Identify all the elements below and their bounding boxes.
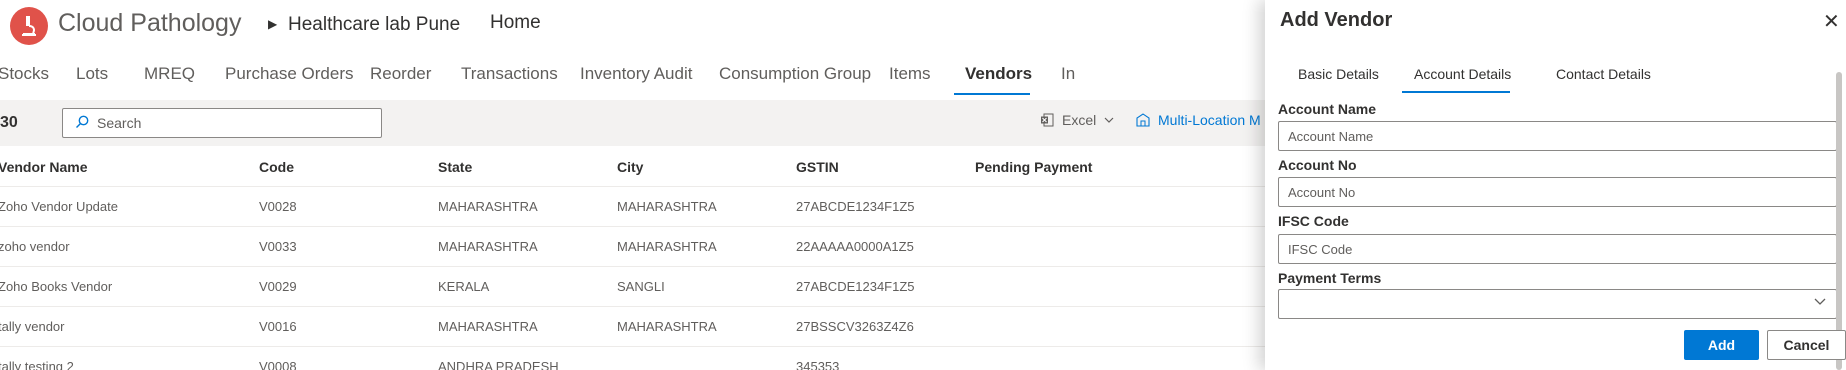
table-row[interactable]: Zoho Vendor Update V0028 MAHARASHTRA MAH… [0, 187, 1265, 227]
add-button[interactable]: Add [1684, 330, 1759, 360]
tab-reorder[interactable]: Reorder [370, 64, 431, 84]
tab-consumption-group[interactable]: Consumption Group [719, 64, 871, 84]
multi-location-label: Multi-Location M [1158, 112, 1261, 128]
add-vendor-panel: Add Vendor ✕ Basic Details Account Detai… [1265, 0, 1846, 370]
cell-state: KERALA [438, 279, 490, 294]
active-panel-tab-indicator [1402, 91, 1510, 93]
excel-icon [1041, 113, 1054, 127]
payment-terms-dropdown[interactable] [1278, 289, 1837, 319]
search-input[interactable] [97, 114, 367, 132]
column-header-city[interactable]: City [617, 159, 643, 175]
panel-scrollbar[interactable] [1836, 72, 1842, 370]
account-no-field[interactable] [1278, 177, 1837, 207]
tab-account-details[interactable]: Account Details [1414, 66, 1511, 82]
cell-vendor-name: zoho vendor [0, 239, 70, 254]
breadcrumb-lab[interactable]: Healthcare lab Pune [288, 14, 460, 36]
cell-state: MAHARASHTRA [438, 319, 538, 334]
table-row[interactable]: tally testing 2 V0008 ANDHRA PRADESH 345… [0, 347, 1265, 370]
vendor-table: Vendor Name Code State City GSTIN Pendin… [0, 146, 1265, 370]
table-row[interactable]: zoho vendor V0033 MAHARASHTRA MAHARASHTR… [0, 227, 1265, 267]
account-name-label: Account Name [1278, 101, 1377, 117]
excel-button[interactable]: Excel [1040, 112, 1114, 128]
cell-city: MAHARASHTRA [617, 319, 717, 334]
cell-city: MAHARASHTRA [617, 239, 717, 254]
active-tab-indicator [954, 93, 1030, 95]
record-count: 30 [0, 114, 18, 131]
cell-state: ANDHRA PRADESH [438, 359, 559, 370]
cell-vendor-name: Zoho Vendor Update [0, 199, 118, 214]
cell-code: V0028 [259, 199, 297, 214]
cancel-button[interactable]: Cancel [1767, 330, 1846, 360]
list-toolbar: 30 Excel Multi-Location M [0, 100, 1265, 146]
tab-vendors[interactable]: Vendors [965, 64, 1032, 84]
app-title: Cloud Pathology [58, 9, 242, 37]
cell-city: MAHARASHTRA [617, 199, 717, 214]
ifsc-code-label: IFSC Code [1278, 213, 1349, 229]
cell-gstin: 27ABCDE1234F1Z5 [796, 279, 915, 294]
tab-purchase-orders[interactable]: Purchase Orders [225, 64, 354, 84]
table-header: Vendor Name Code State City GSTIN Pendin… [0, 146, 1265, 187]
search-icon [76, 115, 89, 128]
microscope-icon [22, 16, 36, 36]
column-header-vendor-name[interactable]: Vendor Name [0, 159, 87, 175]
cell-vendor-name: tally vendor [0, 319, 65, 334]
account-no-label: Account No [1278, 157, 1357, 173]
cell-gstin: 22AAAAA0000A1Z5 [796, 239, 914, 254]
cell-code: V0029 [259, 279, 297, 294]
app-logo[interactable] [10, 7, 48, 45]
cell-vendor-name: Zoho Books Vendor [0, 279, 113, 294]
cell-code: V0008 [259, 359, 297, 370]
search-box[interactable] [62, 108, 382, 138]
chevron-down-icon [1814, 298, 1826, 305]
building-icon [1136, 113, 1150, 127]
payment-terms-label: Payment Terms [1278, 270, 1382, 286]
column-header-code[interactable]: Code [259, 159, 294, 175]
cell-gstin: 27BSSCV3263Z4Z6 [796, 319, 914, 334]
column-header-gstin[interactable]: GSTIN [796, 159, 839, 175]
tab-stocks[interactable]: Stocks [0, 64, 49, 84]
cell-code: V0033 [259, 239, 297, 254]
ifsc-code-field[interactable] [1278, 234, 1837, 264]
excel-label: Excel [1062, 112, 1097, 128]
table-row[interactable]: tally vendor V0016 MAHARASHTRA MAHARASHT… [0, 307, 1265, 347]
chevron-down-icon [1104, 117, 1114, 123]
tab-contact-details[interactable]: Contact Details [1556, 66, 1651, 82]
tab-mreq[interactable]: MREQ [144, 64, 195, 84]
panel-title: Add Vendor [1280, 9, 1393, 31]
tab-items[interactable]: Items [889, 64, 931, 84]
table-row[interactable]: Zoho Books Vendor V0029 KERALA SANGLI 27… [0, 267, 1265, 307]
tab-lots[interactable]: Lots [76, 64, 108, 84]
breadcrumb-home[interactable]: Home [490, 12, 541, 34]
tab-transactions[interactable]: Transactions [461, 64, 558, 84]
multi-location-button[interactable]: Multi-Location M [1136, 112, 1261, 128]
column-header-pending-payment[interactable]: Pending Payment [975, 159, 1092, 175]
cell-city: SANGLI [617, 279, 665, 294]
close-icon[interactable]: ✕ [1823, 12, 1840, 32]
column-header-state[interactable]: State [438, 159, 472, 175]
cell-code: V0016 [259, 319, 297, 334]
tab-basic-details[interactable]: Basic Details [1298, 66, 1379, 82]
account-name-field[interactable] [1278, 121, 1837, 151]
cell-gstin: 27ABCDE1234F1Z5 [796, 199, 915, 214]
module-nav: Stocks Lots MREQ Purchase Orders Reorder… [0, 52, 1265, 98]
cell-state: MAHARASHTRA [438, 199, 538, 214]
cell-gstin: 345353 [796, 359, 840, 370]
cell-state: MAHARASHTRA [438, 239, 538, 254]
breadcrumb-arrow-icon: ▶ [268, 17, 278, 31]
tab-in[interactable]: In [1061, 64, 1075, 84]
cell-vendor-name: tally testing 2 [0, 359, 74, 370]
tab-inventory-audit[interactable]: Inventory Audit [580, 64, 692, 84]
